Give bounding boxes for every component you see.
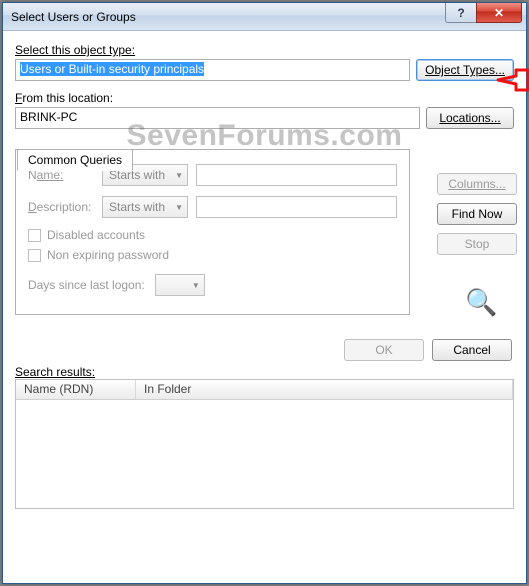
description-label: Description:	[28, 200, 94, 214]
stop-button[interactable]: Stop	[437, 233, 517, 255]
window-controls: ? ✕	[445, 3, 526, 23]
close-button[interactable]: ✕	[476, 3, 522, 23]
client-area: Select this object type: Users or Built-…	[3, 31, 526, 583]
tab-region: Common Queries Name: Starts with ▼ Descr…	[15, 149, 514, 315]
search-icon: 🔍	[465, 287, 497, 318]
results-header: Name (RDN) In Folder	[16, 380, 513, 400]
locations-button[interactable]: Locations...	[426, 107, 514, 129]
object-types-button[interactable]: Object Types...	[416, 59, 514, 81]
side-buttons: Columns... Find Now Stop	[437, 173, 517, 255]
column-name-rdn[interactable]: Name (RDN)	[16, 380, 136, 399]
tab-common-queries[interactable]: Common Queries	[17, 149, 133, 171]
days-since-logon-label: Days since last logon:	[28, 278, 145, 292]
location-field[interactable]: BRINK-PC	[15, 107, 420, 129]
object-type-label: Select this object type:	[15, 43, 514, 57]
search-results-list[interactable]: Name (RDN) In Folder	[15, 379, 514, 509]
disabled-accounts-label: Disabled accounts	[47, 228, 145, 242]
common-queries-panel: Name: Starts with ▼ Description: Starts …	[15, 149, 410, 315]
titlebar[interactable]: Select Users or Groups ? ✕	[3, 3, 526, 31]
dialog-buttons: OK Cancel	[15, 339, 514, 361]
columns-button[interactable]: Columns...	[437, 173, 517, 195]
cancel-button[interactable]: Cancel	[432, 339, 512, 361]
description-mode-combo[interactable]: Starts with ▼	[102, 196, 188, 218]
name-input[interactable]	[196, 164, 397, 186]
search-results-label: Search results:	[15, 365, 95, 379]
non-expiring-checkbox[interactable]	[28, 249, 41, 262]
chevron-down-icon: ▼	[175, 203, 183, 212]
non-expiring-label: Non expiring password	[47, 248, 169, 262]
column-in-folder[interactable]: In Folder	[136, 380, 513, 399]
dialog-window: Select Users or Groups ? ✕ Select this o…	[2, 2, 527, 584]
window-title: Select Users or Groups	[11, 10, 136, 24]
chevron-down-icon: ▼	[192, 281, 200, 290]
days-combo[interactable]: ▼	[155, 274, 205, 296]
chevron-down-icon: ▼	[175, 171, 183, 180]
object-type-field[interactable]: Users or Built-in security principals	[15, 59, 410, 81]
find-now-button[interactable]: Find Now	[437, 203, 517, 225]
description-input[interactable]	[196, 196, 397, 218]
help-button[interactable]: ?	[445, 3, 477, 23]
location-label: From this location:	[15, 91, 514, 105]
ok-button[interactable]: OK	[344, 339, 424, 361]
disabled-accounts-checkbox[interactable]	[28, 229, 41, 242]
